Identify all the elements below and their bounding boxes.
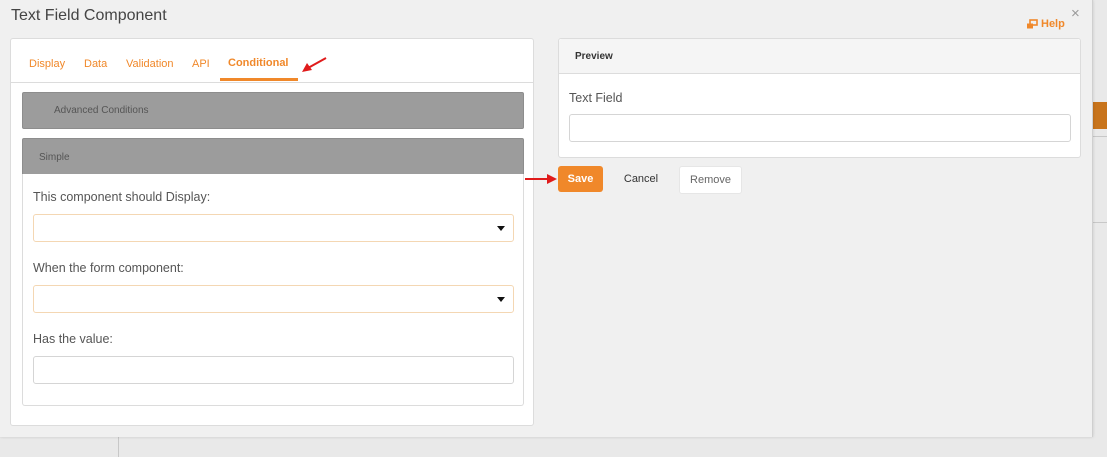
- background-divider: [118, 437, 119, 457]
- component-settings-modal: Text Field Component × Help Display Data…: [0, 0, 1093, 437]
- remove-button[interactable]: Remove: [679, 166, 742, 194]
- tab-conditional[interactable]: Conditional: [228, 57, 289, 69]
- advanced-conditions-header[interactable]: Advanced Conditions: [22, 92, 524, 129]
- when-component-label: When the form component:: [33, 261, 184, 275]
- simple-conditions-label: Simple: [39, 152, 70, 163]
- simple-conditions-body: This component should Display: When the …: [22, 174, 524, 406]
- preview-text-input[interactable]: [569, 114, 1071, 142]
- background-app-edge: [1091, 0, 1107, 457]
- when-component-select[interactable]: [33, 285, 514, 313]
- tab-data[interactable]: Data: [84, 58, 107, 70]
- tab-api[interactable]: API: [192, 58, 210, 70]
- display-select[interactable]: [33, 214, 514, 242]
- help-link[interactable]: Help: [1026, 18, 1065, 30]
- cancel-button[interactable]: Cancel: [615, 166, 667, 192]
- advanced-conditions-label: Advanced Conditions: [54, 105, 149, 116]
- has-value-label: Has the value:: [33, 332, 113, 346]
- red-arrow-icon: [525, 174, 557, 184]
- close-icon[interactable]: ×: [1071, 5, 1080, 22]
- background-divider: [1091, 222, 1107, 223]
- preview-title: Preview: [575, 51, 613, 62]
- has-value-input[interactable]: [33, 356, 514, 384]
- preview-header: Preview: [559, 39, 1080, 74]
- settings-tabs: Display Data Validation API Conditional: [11, 39, 533, 83]
- caret-down-icon: [497, 297, 505, 302]
- help-label: Help: [1041, 18, 1065, 30]
- background-accent-strip: [1091, 102, 1107, 129]
- modal-title: Text Field Component: [11, 7, 167, 24]
- settings-panel: Display Data Validation API Conditional …: [10, 38, 534, 426]
- external-window-icon: [1026, 18, 1038, 30]
- save-button[interactable]: Save: [558, 166, 603, 192]
- background-app-bottom: [0, 437, 1107, 457]
- background-divider: [1091, 136, 1107, 137]
- tab-validation[interactable]: Validation: [126, 58, 174, 70]
- red-arrow-icon: [302, 57, 327, 72]
- simple-conditions-header[interactable]: Simple: [22, 138, 524, 175]
- tab-display[interactable]: Display: [29, 58, 65, 70]
- caret-down-icon: [497, 226, 505, 231]
- display-select-label: This component should Display:: [33, 190, 211, 204]
- preview-field-label: Text Field: [569, 91, 623, 105]
- preview-panel: Preview Text Field: [558, 38, 1081, 158]
- active-tab-indicator: [220, 78, 298, 81]
